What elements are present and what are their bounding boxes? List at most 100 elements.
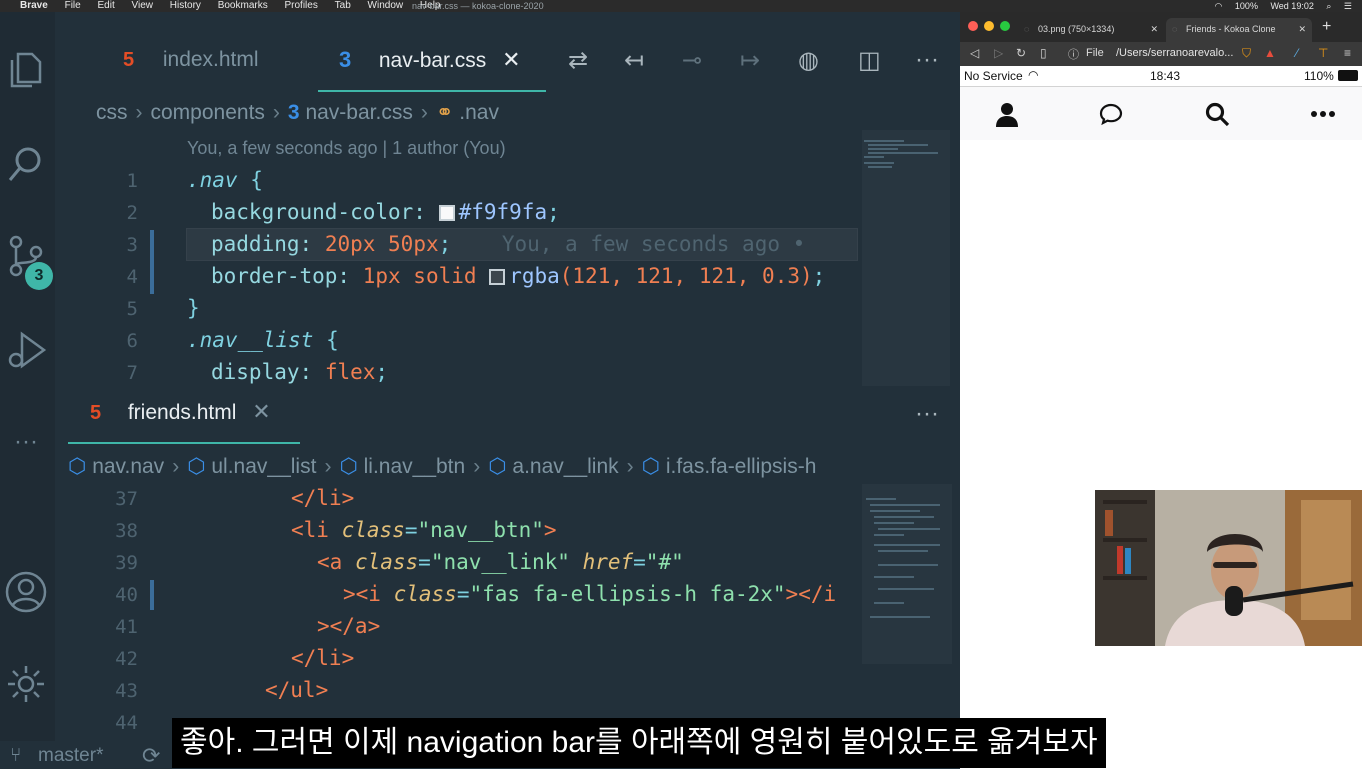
browser-tab-label: Friends - Kokoa Clone [1186, 24, 1276, 34]
git-branch[interactable]: master* [38, 745, 103, 767]
accounts-icon[interactable] [4, 570, 48, 614]
explorer-files-icon[interactable] [4, 48, 48, 92]
menubar-item-tab[interactable]: Tab [335, 0, 351, 12]
breadcrumb: ⬡ nav.nav › ⬡ ul.nav__list › ⬡ li.nav__btn › ⬡… [68, 455, 817, 478]
control-center-icon[interactable]: ☰ [1344, 1, 1352, 11]
new-tab-button[interactable]: + [1322, 18, 1331, 36]
breadcrumb-item[interactable]: i.fas.fa-ellipsis-h [666, 455, 817, 478]
tab-nav-bar-css[interactable]: 3 nav-bar.css ✕ [339, 30, 521, 90]
editor-tabbar: 5 index.html 3 nav-bar.css ✕ [55, 30, 960, 90]
close-window-button[interactable] [968, 21, 978, 31]
git-branch-icon[interactable]: ⑂ [10, 745, 21, 767]
menubar-app-name[interactable]: Brave [20, 0, 48, 12]
line-number: 4 [126, 266, 138, 288]
address-bar[interactable]: /Users/serranoarevalo... [1116, 47, 1233, 59]
menubar-item-window[interactable]: Window [368, 0, 404, 12]
line-number: 3 [126, 234, 138, 256]
code-line: display: flex; [211, 360, 389, 384]
info-icon[interactable]: ⓘ [1068, 46, 1079, 62]
more-actions-icon[interactable]: ··· [915, 46, 939, 74]
webcam-overlay [1095, 490, 1362, 646]
line-number: 42 [115, 648, 138, 670]
close-icon[interactable]: ✕ [502, 47, 520, 72]
color-swatch[interactable] [489, 269, 506, 285]
code-line: </li> [291, 486, 355, 510]
breadcrumb-item[interactable]: components [151, 101, 265, 124]
commit-icon[interactable]: ⊸ [682, 46, 702, 75]
wifi-icon[interactable]: ◠ [1215, 1, 1223, 11]
css3-icon: 3 [339, 47, 352, 72]
window-title: nav-bar.css — kokoa-clone-2020 [412, 1, 544, 11]
sync-icon[interactable]: ⟳ [142, 743, 160, 769]
more-actions-icon[interactable]: ··· [915, 400, 939, 428]
tab-label: index.html [162, 48, 259, 71]
close-icon[interactable]: ✕ [1150, 18, 1158, 40]
menubar-item-profiles[interactable]: Profiles [285, 0, 318, 12]
page-body [960, 140, 1362, 769]
css-property: border-top: [211, 264, 351, 288]
minimize-window-button[interactable] [984, 21, 994, 31]
back-icon[interactable]: ◁ [970, 46, 979, 60]
breadcrumb-item[interactable]: ul.nav__list [211, 455, 316, 478]
more-views-icon[interactable]: ··· [4, 430, 48, 476]
browser-urlbar: ◁ ▷ ↻ ▯ ⓘ File /Users/serranoarevalo... … [960, 42, 1362, 66]
comment-icon[interactable] [1098, 101, 1126, 129]
breadcrumb-item[interactable]: a.nav__link [512, 455, 618, 478]
close-icon[interactable]: ✕ [252, 399, 270, 424]
menu-icon[interactable]: ≡ [1344, 46, 1351, 60]
menubar-item-view[interactable]: View [132, 0, 154, 12]
split-editor-icon[interactable]: ◫ [858, 46, 881, 75]
compare-changes-icon[interactable]: ⇄ [568, 46, 588, 75]
battery-level[interactable]: 100% [1235, 1, 1258, 11]
browser-titlebar: ◌ 03.png (750×1334) ✕ ◌ Friends - Kokoa … [960, 12, 1362, 42]
browser-tab[interactable]: ◌ 03.png (750×1334) ✕ [1018, 18, 1164, 42]
extension-icon[interactable]: ⁄ [1296, 46, 1298, 60]
breadcrumb: css › components › 3 nav-bar.css › ⚭ .nav [96, 101, 499, 124]
minimap[interactable] [862, 130, 950, 386]
code-line: padding: 20px 50px; You, a few seconds a… [211, 232, 806, 256]
search-icon[interactable]: ⌕ [1326, 1, 1331, 11]
tab-index-html[interactable]: 5 index.html [123, 30, 259, 90]
reload-icon[interactable]: ↻ [1016, 46, 1026, 60]
color-swatch[interactable] [438, 205, 455, 221]
forward-icon[interactable]: ▷ [994, 46, 1003, 60]
bookmark-icon[interactable]: ▯ [1040, 46, 1047, 60]
breadcrumb-item[interactable]: nav.nav [92, 455, 164, 478]
run-debug-icon[interactable] [4, 328, 48, 372]
webcam-image [1095, 490, 1362, 646]
menubar-clock[interactable]: Wed 19:02 [1270, 1, 1313, 11]
next-change-icon[interactable]: ↦ [740, 46, 760, 75]
url-scheme: File [1086, 47, 1104, 59]
ellipsis-icon[interactable] [1310, 101, 1338, 129]
element-icon: ⬡ [641, 455, 660, 478]
breadcrumb-item[interactable]: .nav [459, 101, 499, 124]
css-punctuation: } [187, 296, 200, 320]
brave-shield-icon[interactable]: ⛉ [1242, 46, 1251, 61]
breadcrumb-item[interactable]: li.nav__btn [364, 455, 466, 478]
git-graph-icon[interactable]: ◍ [798, 46, 819, 75]
zoom-window-button[interactable] [1000, 21, 1010, 31]
menubar-item-history[interactable]: History [170, 0, 201, 12]
settings-gear-icon[interactable] [4, 662, 48, 706]
close-icon[interactable]: ✕ [1298, 18, 1306, 40]
tab-label: friends.html [127, 401, 237, 424]
menubar-item-edit[interactable]: Edit [98, 0, 115, 12]
search-icon[interactable] [1204, 101, 1232, 129]
breadcrumb-item[interactable]: css [96, 101, 128, 124]
minimap[interactable] [862, 484, 952, 664]
browser-tab-active[interactable]: ◌ Friends - Kokoa Clone ✕ [1166, 18, 1312, 42]
search-icon[interactable] [4, 142, 48, 186]
breadcrumb-item[interactable]: nav-bar.css [305, 101, 412, 124]
css-args: (121, 121, 121, 0.3) [559, 264, 813, 288]
tab-friends-html[interactable]: 5 friends.html ✕ [90, 384, 271, 440]
globe-icon: ◌ [1024, 24, 1030, 34]
user-icon[interactable] [994, 101, 1022, 129]
previous-change-icon[interactable]: ↤ [624, 46, 644, 75]
extension-icon[interactable]: ⊤ [1318, 46, 1328, 60]
element-icon: ⬡ [187, 455, 206, 478]
menubar-item-bookmarks[interactable]: Bookmarks [218, 0, 268, 12]
code-line: .nav__list { [187, 328, 339, 352]
brave-rewards-icon[interactable]: ▲ [1264, 46, 1276, 60]
codelens-blame[interactable]: You, a few seconds ago | 1 author (You) [187, 138, 506, 159]
menubar-item-file[interactable]: File [65, 0, 81, 12]
